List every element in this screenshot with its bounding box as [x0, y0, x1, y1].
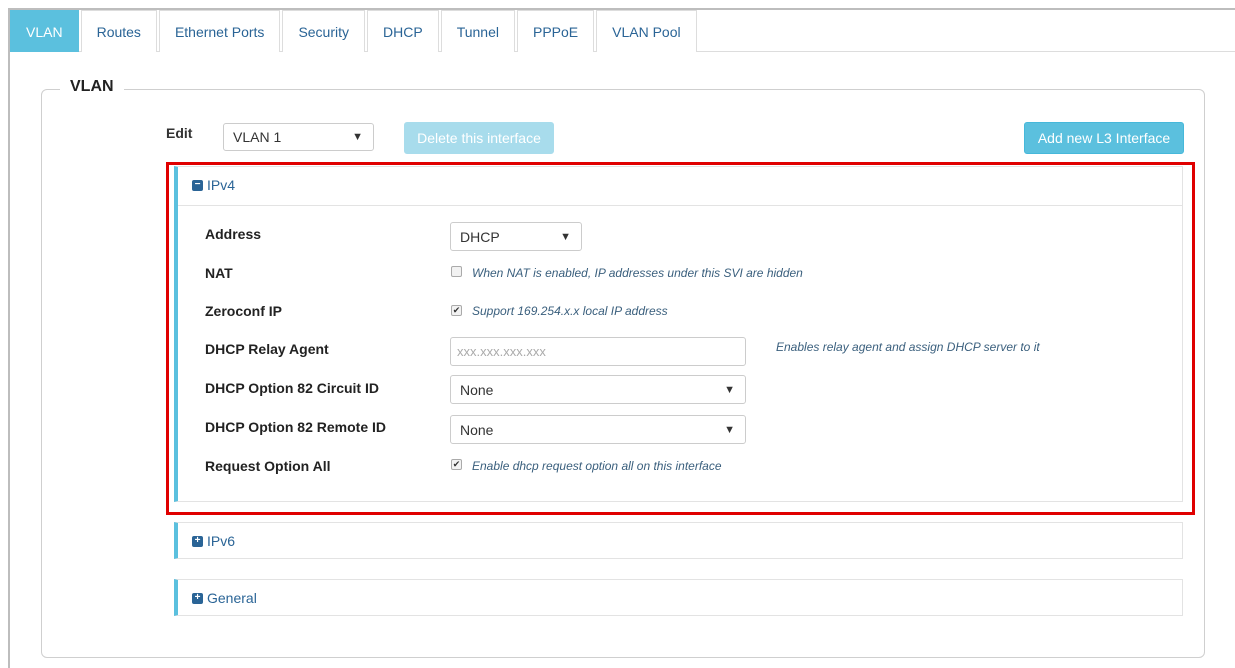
- ipv4-panel-header[interactable]: − IPv4: [178, 167, 1182, 203]
- relay-agent-input[interactable]: [450, 337, 746, 366]
- ipv4-title: IPv4: [207, 177, 236, 193]
- caret-down-icon: ▼: [724, 423, 735, 436]
- general-panel-header[interactable]: + General: [178, 580, 1182, 616]
- zeroconf-checkbox[interactable]: ✔: [451, 305, 462, 316]
- caret-down-icon: ▼: [560, 230, 571, 243]
- section-legend: VLAN: [60, 78, 124, 96]
- edit-label: Edit: [166, 125, 193, 141]
- tab-dhcp[interactable]: DHCP: [367, 10, 439, 52]
- ipv4-panel: − IPv4: [174, 166, 1183, 502]
- tab-routes[interactable]: Routes: [80, 10, 157, 52]
- tab-security[interactable]: Security: [282, 10, 366, 52]
- caret-down-icon: ▼: [724, 383, 735, 396]
- circuit-id-select[interactable]: None ▼: [450, 375, 746, 404]
- caret-down-icon: ▼: [352, 131, 363, 143]
- remote-id-label: DHCP Option 82 Remote ID: [205, 419, 386, 435]
- plus-square-icon[interactable]: +: [192, 535, 203, 547]
- request-all-label: Request Option All: [205, 458, 331, 474]
- general-panel[interactable]: + General: [174, 579, 1183, 616]
- circuit-id-label: DHCP Option 82 Circuit ID: [205, 380, 379, 396]
- zeroconf-label: Zeroconf IP: [205, 303, 283, 319]
- nat-label: NAT: [205, 265, 233, 281]
- ipv6-title: IPv6: [207, 533, 236, 549]
- tab-pppoe[interactable]: PPPoE: [516, 10, 595, 52]
- request-all-checkbox[interactable]: ✔: [451, 459, 462, 470]
- minus-square-icon[interactable]: −: [192, 179, 203, 191]
- tab-bar: VLAN Routes Ethernet Ports Security DHCP…: [10, 10, 1235, 52]
- tab-tunnel[interactable]: Tunnel: [440, 10, 515, 52]
- tab-ethernet-ports[interactable]: Ethernet Ports: [158, 10, 281, 52]
- general-title: General: [207, 590, 257, 606]
- request-all-hint: Enable dhcp request option all on this i…: [472, 459, 722, 473]
- relay-hint: Enables relay agent and assign DHCP serv…: [776, 340, 1040, 354]
- vlan-select-value: VLAN 1: [233, 129, 282, 145]
- tab-vlan-pool[interactable]: VLAN Pool: [596, 10, 697, 52]
- zeroconf-hint: Support 169.254.x.x local IP address: [472, 304, 668, 318]
- circuit-id-value: None: [460, 381, 494, 398]
- ipv6-panel-header[interactable]: + IPv6: [178, 523, 1182, 559]
- ipv6-panel[interactable]: + IPv6: [174, 522, 1183, 559]
- vlan-select[interactable]: VLAN 1 ▼: [223, 123, 374, 151]
- delete-interface-button[interactable]: Delete this interface: [404, 122, 554, 154]
- address-label: Address: [205, 226, 262, 242]
- add-l3-interface-button[interactable]: Add new L3 Interface: [1024, 122, 1184, 154]
- remote-id-value: None: [460, 421, 494, 438]
- remote-id-select[interactable]: None ▼: [450, 415, 746, 444]
- tab-vlan[interactable]: VLAN: [10, 10, 79, 52]
- address-select-value: DHCP: [460, 228, 500, 245]
- address-select[interactable]: DHCP ▼: [450, 222, 582, 251]
- plus-square-icon[interactable]: +: [192, 592, 203, 604]
- nat-checkbox[interactable]: [451, 266, 462, 277]
- nat-hint: When NAT is enabled, IP addresses under …: [472, 266, 803, 280]
- relay-label: DHCP Relay Agent: [205, 341, 329, 357]
